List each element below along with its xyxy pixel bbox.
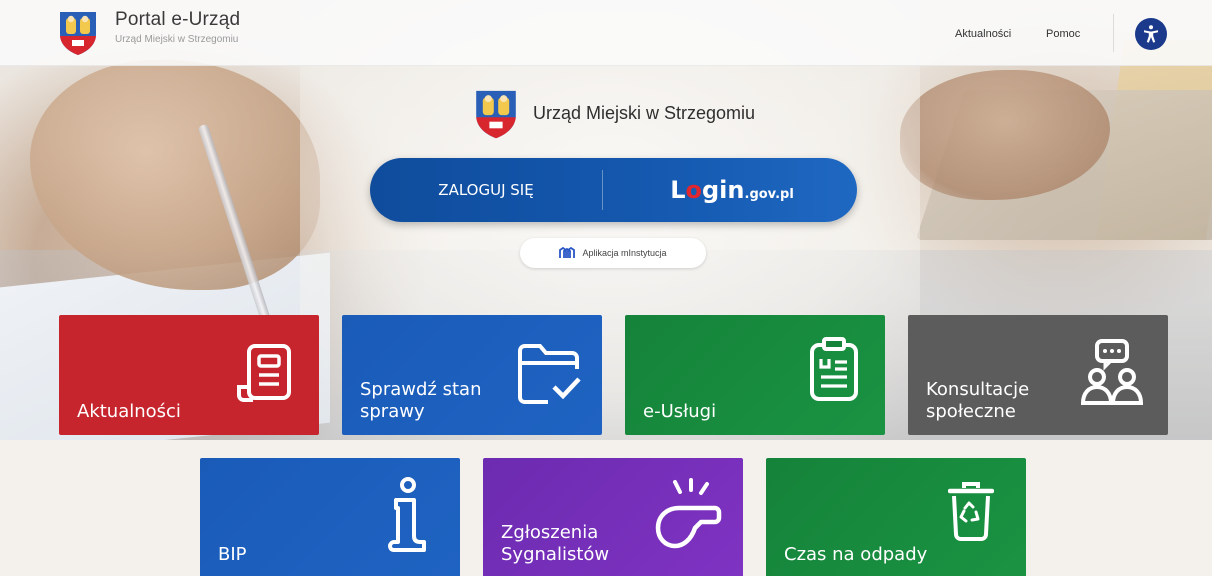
tile-czas-na-odpady[interactable]: Czas na odpady — [766, 458, 1026, 576]
login-label: ZALOGUJ SIĘ — [438, 181, 534, 199]
tile-label: Czas na odpady — [784, 544, 928, 565]
tile-konsultacje-spoleczne[interactable]: Konsultacje społeczne — [908, 315, 1168, 435]
minstytucja-app-button[interactable]: Aplikacja mInstytucja — [520, 238, 706, 268]
city-crest-logo[interactable] — [58, 10, 98, 56]
tile-label: Aktualności — [77, 401, 181, 422]
hero-city-crest — [476, 90, 516, 139]
accessibility-icon — [1144, 25, 1158, 43]
nav-link-help[interactable]: Pomoc — [1046, 28, 1080, 40]
recycle-bin-icon — [948, 482, 994, 541]
tile-label: Zgłoszenia Sygnalistów — [501, 522, 610, 565]
tile-aktualnosci[interactable]: Aktualności — [59, 315, 319, 435]
tile-label: BIP — [218, 544, 247, 565]
portal-subtitle: Urząd Miejski w Strzegomiu — [115, 34, 239, 45]
info-icon — [388, 477, 426, 552]
people-chat-icon — [1080, 339, 1144, 405]
tile-zgloszenia-sygnalistow[interactable]: Zgłoszenia Sygnalistów — [483, 458, 743, 576]
login-gov-logo: Login.gov.pl — [670, 176, 794, 204]
folder-check-icon — [518, 344, 581, 404]
office-name: Urząd Miejski w Strzegomiu — [533, 103, 756, 123]
document-list-icon — [810, 337, 858, 401]
tile-sprawdz-stan-sprawy[interactable]: Sprawdź stan sprawy — [342, 315, 602, 435]
tile-label: Konsultacje społeczne — [926, 379, 1030, 422]
accessibility-button[interactable] — [1135, 18, 1167, 50]
minstytucja-label: Aplikacja mInstytucja — [582, 248, 667, 258]
login-separator — [602, 170, 603, 210]
login-button[interactable]: ZALOGUJ SIĘ Login.gov.pl — [370, 158, 857, 222]
tile-e-uslugi[interactable]: e-Usługi — [625, 315, 885, 435]
top-bar: Portal e-Urząd Urząd Miejski w Strzegomi… — [0, 0, 1212, 66]
tile-label: Sprawdź stan sprawy — [360, 379, 482, 422]
tile-bip[interactable]: BIP — [200, 458, 460, 576]
minstytucja-icon — [559, 247, 576, 258]
nav-divider — [1113, 14, 1114, 52]
newspaper-icon — [237, 344, 291, 402]
tile-label: e-Usługi — [643, 401, 717, 422]
nav-link-news[interactable]: Aktualności — [955, 28, 1011, 40]
whistle-icon — [655, 478, 722, 549]
portal-title: Portal e-Urząd — [115, 9, 241, 30]
